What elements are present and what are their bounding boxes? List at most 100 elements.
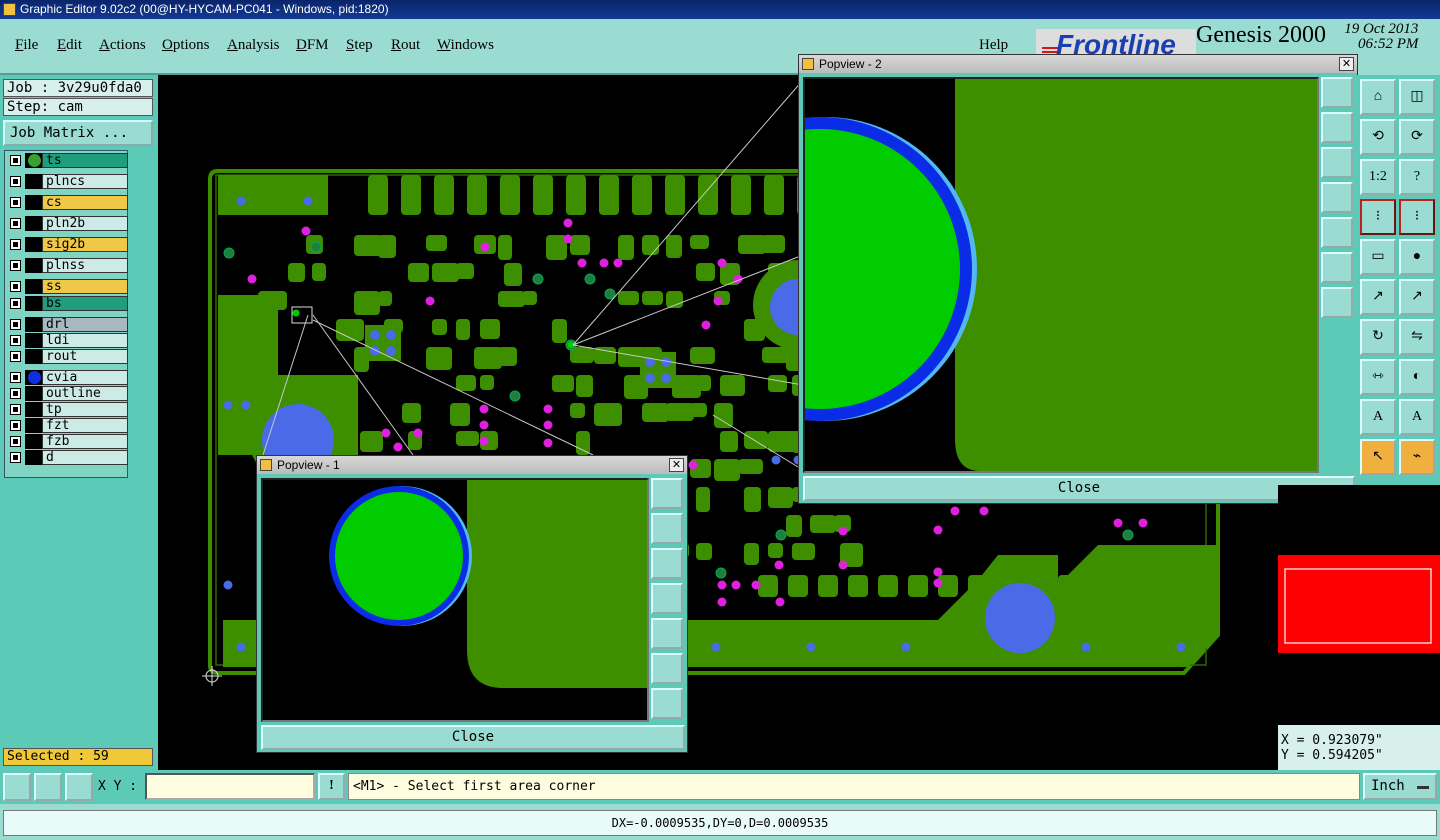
home-icon[interactable]: ⌂ — [1360, 79, 1396, 115]
layer-row-fzt[interactable]: fzt — [8, 418, 128, 433]
layer-name[interactable]: outline — [42, 386, 128, 401]
layer-name[interactable]: sig2b — [42, 237, 128, 252]
layer-color-swatch[interactable] — [25, 279, 42, 294]
zoom-area-icon[interactable] — [3, 773, 31, 801]
layer-name[interactable]: ss — [42, 279, 128, 294]
layer-checkbox[interactable] — [10, 436, 21, 447]
layer-row-cvia[interactable]: cvia — [8, 370, 128, 385]
layer-name[interactable]: pln2b — [42, 216, 128, 231]
layer-color-swatch[interactable] — [25, 195, 42, 210]
layer-checkbox[interactable] — [10, 260, 21, 271]
layer-checkbox[interactable] — [10, 452, 21, 463]
layer-color-swatch[interactable] — [25, 333, 42, 348]
layer-name[interactable]: plnss — [42, 258, 128, 273]
layer-name[interactable]: d — [42, 450, 128, 465]
layer-checkbox[interactable] — [10, 298, 21, 309]
text-a-icon[interactable]: A — [1360, 399, 1396, 435]
pv-down-icon[interactable] — [651, 548, 683, 579]
layer-row-plncs[interactable]: plncs — [8, 174, 128, 189]
pv-left-icon[interactable] — [1321, 182, 1353, 213]
window-icon[interactable]: ◫ — [1399, 79, 1435, 115]
menu-rout[interactable]: Rout — [391, 37, 420, 54]
layer-checkbox[interactable] — [10, 372, 21, 383]
layer-color-swatch[interactable] — [25, 402, 42, 417]
layer-checkbox[interactable] — [10, 155, 21, 166]
layer-color-swatch[interactable] — [25, 216, 42, 231]
layer-right-icon[interactable]: ⁝ — [1399, 199, 1435, 235]
layer-color-swatch[interactable] — [25, 237, 42, 252]
measure-icon[interactable]: ⇿ — [1360, 359, 1396, 395]
menu-help[interactable]: Help — [979, 37, 1008, 54]
snap-icon[interactable] — [34, 773, 62, 801]
menu-actions[interactable]: Actions — [99, 37, 146, 54]
layer-color-swatch[interactable] — [25, 153, 42, 168]
pv-pan-icon[interactable] — [1321, 287, 1353, 318]
layer-color-swatch[interactable] — [25, 349, 42, 364]
pv-right-icon[interactable] — [1321, 217, 1353, 248]
layer-name[interactable]: ts — [42, 153, 128, 168]
layer-row-cs[interactable]: cs — [8, 195, 128, 210]
menu-step[interactable]: Step — [346, 37, 373, 54]
scale-icon[interactable]: 1:2 — [1360, 159, 1396, 195]
connect-icon[interactable]: ↗ — [1360, 279, 1396, 315]
units-select[interactable]: Inch — [1363, 773, 1437, 800]
overview-panel[interactable] — [1278, 485, 1440, 725]
text-a-alt-icon[interactable]: A — [1399, 399, 1435, 435]
layer-checkbox[interactable] — [10, 197, 21, 208]
shapes-icon[interactable]: ◐ — [1399, 359, 1435, 395]
layer-row-rout[interactable]: rout — [8, 349, 128, 364]
layer-name[interactable]: rout — [42, 349, 128, 364]
layer-color-swatch[interactable] — [25, 317, 42, 332]
layer-name[interactable]: drl — [42, 317, 128, 332]
pv-pan-icon[interactable] — [651, 688, 683, 719]
menu-dfm[interactable]: DFM — [296, 37, 329, 54]
pv-fit-icon[interactable] — [651, 653, 683, 684]
layer-color-swatch[interactable] — [25, 450, 42, 465]
layer-name[interactable]: plncs — [42, 174, 128, 189]
layer-row-fzb[interactable]: fzb — [8, 434, 128, 449]
undo-icon[interactable]: ⟲ — [1360, 119, 1396, 155]
ruler-icon[interactable]: ▭ — [1360, 239, 1396, 275]
layer-row-bs[interactable]: bs — [8, 296, 128, 311]
flip-icon[interactable]: ⇋ — [1399, 319, 1435, 355]
pv-right-icon[interactable] — [651, 618, 683, 649]
grid-icon[interactable] — [65, 773, 93, 801]
layer-name[interactable]: cs — [42, 195, 128, 210]
layer-name[interactable]: bs — [42, 296, 128, 311]
pv-down-icon[interactable] — [1321, 147, 1353, 178]
pointer-icon[interactable]: ↖ — [1360, 439, 1396, 475]
menu-windows[interactable]: Windows — [437, 37, 494, 54]
layer-color-swatch[interactable] — [25, 434, 42, 449]
menu-options[interactable]: Options — [162, 37, 210, 54]
layer-row-tp[interactable]: tp — [8, 402, 128, 417]
popview-2-close-button[interactable]: Close — [803, 476, 1355, 501]
help-icon[interactable]: ? — [1399, 159, 1435, 195]
pv-up-icon[interactable] — [651, 513, 683, 544]
layer-checkbox[interactable] — [10, 388, 21, 399]
pv-fit-icon[interactable] — [1321, 252, 1353, 283]
connect-alt-icon[interactable]: ↗ — [1399, 279, 1435, 315]
layer-checkbox[interactable] — [10, 404, 21, 415]
layer-checkbox[interactable] — [10, 319, 21, 330]
popview-1-close-button[interactable]: Close — [261, 725, 685, 750]
layer-name[interactable]: tp — [42, 402, 128, 417]
dot-icon[interactable]: ● — [1399, 239, 1435, 275]
layer-checkbox[interactable] — [10, 335, 21, 346]
layer-name[interactable]: cvia — [42, 370, 128, 385]
layer-color-swatch[interactable] — [25, 174, 42, 189]
popview-2-close-icon[interactable]: ✕ — [1339, 57, 1354, 71]
pv-zoom-icon[interactable] — [651, 478, 683, 509]
layer-checkbox[interactable] — [10, 239, 21, 250]
layer-name[interactable]: fzt — [42, 418, 128, 433]
layer-color-swatch[interactable] — [25, 386, 42, 401]
layer-row-ts[interactable]: ts — [8, 153, 128, 168]
menu-analysis[interactable]: Analysis — [227, 37, 280, 54]
layer-row-ss[interactable]: ss — [8, 279, 128, 294]
layer-color-swatch[interactable] — [25, 296, 42, 311]
route-icon[interactable]: ⌁ — [1399, 439, 1435, 475]
pv-zoom-icon[interactable] — [1321, 77, 1353, 108]
layer-color-swatch[interactable] — [25, 370, 42, 385]
layer-name[interactable]: ldi — [42, 333, 128, 348]
redo-icon[interactable]: ⟳ — [1399, 119, 1435, 155]
warning-button[interactable]: ! — [318, 773, 345, 800]
